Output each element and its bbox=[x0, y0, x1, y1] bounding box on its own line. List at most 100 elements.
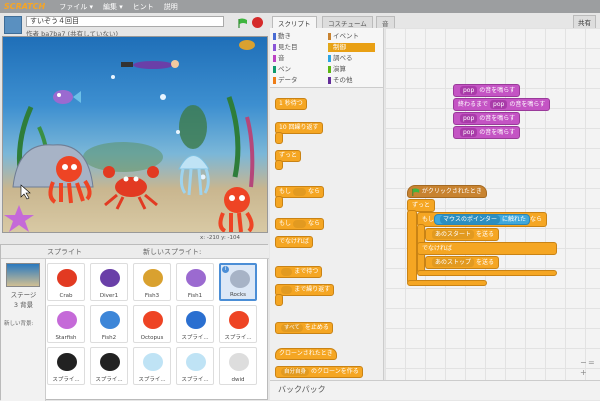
menu-file[interactable]: ファイル ▾ bbox=[59, 2, 93, 12]
sprite-tile[interactable]: スプライ... bbox=[47, 347, 85, 385]
menu-tips[interactable]: ヒント bbox=[133, 2, 154, 12]
sprite-thumbnail bbox=[186, 353, 206, 371]
category-sensing[interactable]: 調べる bbox=[328, 54, 353, 63]
condition-slot bbox=[293, 188, 307, 196]
block-when-clone[interactable]: クローンされたとき bbox=[275, 348, 337, 360]
zoom-out-icon[interactable]: − bbox=[580, 358, 587, 367]
stop-button[interactable] bbox=[252, 17, 263, 28]
sprite-name: Fish1 bbox=[187, 293, 203, 299]
new-sprite-label: 新しいスプライト: bbox=[143, 248, 202, 256]
category-data[interactable]: データ bbox=[273, 76, 298, 85]
block-else-label: でなければ bbox=[275, 236, 314, 248]
sprite-name: Crab bbox=[59, 293, 73, 299]
tab-sounds[interactable]: 音 bbox=[376, 16, 395, 28]
sprite-tile[interactable]: スプライ... bbox=[133, 347, 171, 385]
fullscreen-button[interactable] bbox=[4, 16, 22, 34]
sprite-name: dwid bbox=[231, 377, 245, 383]
sprite-tile[interactable]: Fish2 bbox=[90, 305, 128, 343]
if-c-mouth bbox=[275, 196, 283, 208]
sprite-name: スプライ... bbox=[181, 377, 209, 383]
block-wait-until[interactable]: まで待つ bbox=[275, 266, 323, 278]
sprite-tile[interactable]: Starfish bbox=[47, 305, 85, 343]
share-button[interactable]: 共有 bbox=[573, 15, 596, 29]
mouse-coordinates: x: -210 y: -104 bbox=[200, 235, 241, 241]
sprite-tile[interactable]: Crab bbox=[47, 263, 85, 301]
category-control[interactable]: 制御 bbox=[328, 43, 375, 52]
project-header: すいぞう４回目 作者 ba7ba7 (共有していない) bbox=[2, 14, 268, 38]
tab-costumes[interactable]: コスチューム bbox=[322, 16, 373, 28]
sprite-thumbnail bbox=[100, 311, 120, 329]
stage-selector[interactable]: ステージ 3 背景 新しい背景: bbox=[1, 259, 46, 401]
condition-slot bbox=[293, 220, 307, 228]
starfish-sprite bbox=[4, 205, 34, 232]
category-motion[interactable]: 動き bbox=[273, 32, 291, 41]
category-operators[interactable]: 演算 bbox=[328, 65, 346, 74]
sprite-tile[interactable]: i Rocks bbox=[219, 263, 257, 301]
tab-scripts[interactable]: スクリプト bbox=[272, 16, 317, 28]
when-flag-clicked-block[interactable]: がクリックされたとき bbox=[407, 185, 487, 198]
green-flag-icon[interactable] bbox=[238, 18, 248, 28]
script-area[interactable]: pop の音を鳴らす 終わるまで pop の音を鳴らす pop の音を鳴らす pop の音… bbox=[385, 28, 600, 380]
play-sound-until-done-block[interactable]: 終わるまで pop の音を鳴らす bbox=[453, 98, 551, 111]
category-list: 動き 見た目 音 ペン データ イベント 制御 調べる 演算 その他 bbox=[270, 28, 383, 88]
sprite-name: Rocks bbox=[229, 292, 246, 298]
sprite-thumbnail bbox=[186, 269, 206, 287]
if-else-block[interactable]: もし マウスのポインター に触れた なら bbox=[417, 212, 548, 227]
block-create-clone[interactable]: 自分自身 のクローンを作る bbox=[275, 366, 363, 378]
block-stop[interactable]: すべて を止める bbox=[275, 322, 333, 334]
category-events[interactable]: イベント bbox=[328, 32, 359, 41]
stage-label: ステージ 3 背景 bbox=[10, 291, 37, 309]
forever-c-mouth bbox=[407, 210, 417, 284]
sprite-name: Fish2 bbox=[101, 335, 117, 341]
menu-about[interactable]: 説明 bbox=[164, 2, 178, 12]
sprite-name: Octopus bbox=[140, 335, 164, 341]
scratch-logo[interactable]: SCRATCH bbox=[4, 2, 45, 11]
project-title-input[interactable]: すいぞう４回目 bbox=[26, 16, 224, 27]
info-icon[interactable]: i bbox=[222, 266, 229, 273]
sprite-thumbnail bbox=[143, 269, 163, 287]
octopus-sprite-2 bbox=[218, 187, 254, 232]
sprite-panel-title: スプライト bbox=[47, 248, 82, 256]
sprite-name: スプライ... bbox=[52, 377, 80, 383]
sprite-thumbnail bbox=[230, 270, 250, 288]
broadcast-block[interactable]: あのストップ を送る bbox=[425, 256, 500, 269]
sprite-tile[interactable]: スプライ... bbox=[176, 305, 214, 343]
sprite-name: スプライ... bbox=[138, 377, 166, 383]
sprite-thumbnail bbox=[57, 311, 77, 329]
menu-bar: SCRATCH ファイル ▾ 編集 ▾ ヒント 説明 bbox=[0, 0, 600, 13]
play-sound-block[interactable]: pop の音を鳴らす bbox=[453, 112, 521, 125]
block-wait[interactable]: 1 秒待つ bbox=[275, 98, 307, 110]
sprite-tile[interactable]: Diver1 bbox=[90, 263, 128, 301]
touching-block[interactable]: マウスのポインター に触れた bbox=[434, 214, 531, 225]
if-else-bottom bbox=[417, 270, 557, 276]
sprite-name: スプライ... bbox=[224, 335, 252, 341]
block-repeat-until[interactable]: まで繰り返す bbox=[275, 284, 335, 296]
sprite-thumbnail bbox=[143, 311, 163, 329]
diver-sprite bbox=[121, 60, 179, 69]
sprite-tile[interactable]: スプライ... bbox=[90, 347, 128, 385]
new-backdrop-label: 新しい背景: bbox=[4, 321, 34, 327]
backpack[interactable]: バックパック bbox=[270, 380, 600, 400]
zoom-reset-icon[interactable]: = bbox=[588, 358, 595, 367]
sprite-panel: スプライト 新しいスプライト: ステージ 3 背景 新しい背景: Crab Dive… bbox=[0, 244, 269, 401]
sprite-thumbnail bbox=[229, 353, 249, 371]
repeat-c-mouth bbox=[275, 132, 283, 144]
sprite-tile[interactable]: スプライ... bbox=[176, 347, 214, 385]
sprite-tile[interactable]: Octopus bbox=[133, 305, 171, 343]
zoom-in-icon[interactable]: + bbox=[580, 368, 587, 377]
stage[interactable] bbox=[2, 36, 268, 233]
menu-edit[interactable]: 編集 ▾ bbox=[103, 2, 123, 12]
play-sound-block[interactable]: pop の音を鳴らす bbox=[453, 126, 521, 139]
block-if-else[interactable]: もし なら bbox=[275, 218, 325, 230]
category-more[interactable]: その他 bbox=[328, 76, 353, 85]
category-looks[interactable]: 見た目 bbox=[273, 43, 298, 52]
sprite-tile[interactable]: Fish3 bbox=[133, 263, 171, 301]
category-sound[interactable]: 音 bbox=[273, 54, 285, 63]
broadcast-block[interactable]: あのスタート を送る bbox=[425, 228, 500, 241]
sprite-tile[interactable]: スプライ... bbox=[219, 305, 257, 343]
stage-thumbnail[interactable] bbox=[6, 263, 40, 287]
sprite-tile[interactable]: Fish1 bbox=[176, 263, 214, 301]
category-pen[interactable]: ペン bbox=[273, 65, 291, 74]
sprite-tile[interactable]: dwid bbox=[219, 347, 257, 385]
play-sound-block[interactable]: pop の音を鳴らす bbox=[453, 84, 521, 97]
